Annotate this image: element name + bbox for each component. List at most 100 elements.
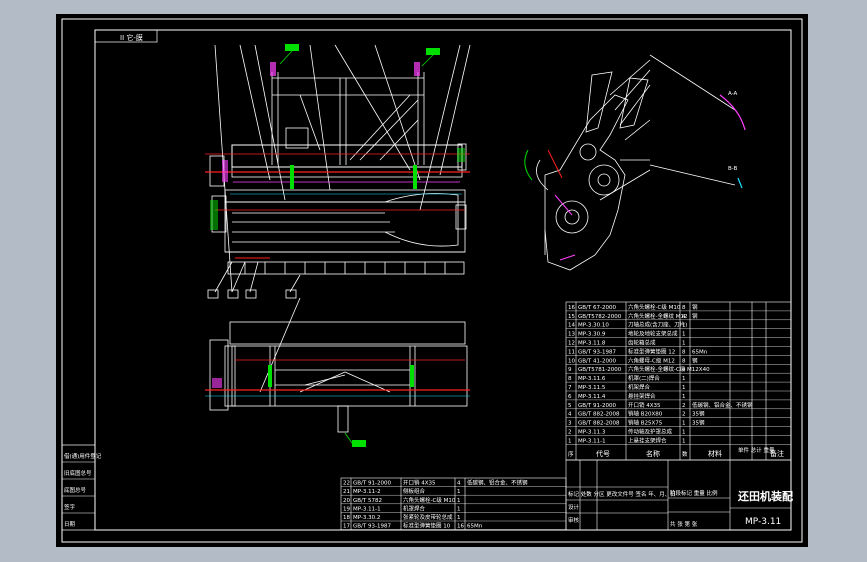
- table-cell: MP-3.11-2: [353, 489, 381, 495]
- left-strip-2: 底图总号: [64, 486, 87, 494]
- table-cell: 1: [682, 394, 686, 400]
- table-cell: 1: [682, 438, 686, 444]
- table-cell: 钢: [692, 356, 698, 364]
- table-cell: 六角头螺栓-C级 M10: [628, 303, 681, 311]
- table-cell: 16: [568, 305, 575, 311]
- table-cell: 15: [568, 314, 575, 320]
- table-cell: 11: [568, 349, 575, 355]
- table-cell: MP-3.30.10: [578, 323, 609, 329]
- table-cell: 8: [682, 358, 686, 364]
- drawing-number: MP-3.11: [745, 517, 781, 527]
- table-cell: 销轴 B25X75: [628, 419, 663, 427]
- table-cell: 17: [343, 524, 350, 530]
- table-cell: 刀轴总成(含刀座、刀片): [628, 321, 687, 329]
- table-cell: 4: [682, 314, 686, 320]
- table-cell: 1: [568, 438, 572, 444]
- table-cell: 钢: [692, 303, 698, 311]
- table-cell: 10: [568, 358, 575, 364]
- hdr-seq: 序: [568, 450, 574, 458]
- table-cell: 开口销 4X35: [628, 401, 661, 409]
- table-cell: 22: [343, 481, 350, 487]
- left-strip-3: 签字: [64, 503, 76, 511]
- top-view-color: [205, 359, 470, 397]
- table-cell: GB/T 91-2000: [578, 403, 616, 409]
- table-cell: 4: [457, 481, 461, 487]
- title-mark-row: 标记 处数 分区 更改文件号 签名 年、月、日: [568, 490, 676, 498]
- table-cell: 钢: [692, 312, 698, 320]
- table-cell: 2: [568, 430, 572, 436]
- table-cell: MP-3.11-1: [578, 438, 606, 444]
- table-cell: 12: [568, 341, 575, 347]
- title-stage: 阶段标记 重量 比例: [670, 489, 718, 497]
- table-cell: 1: [682, 385, 686, 391]
- hdr-name: 名称: [646, 449, 660, 458]
- table-cell: 2: [682, 412, 686, 418]
- table-cell: 21: [343, 489, 350, 495]
- table-cell: MP-3.11.3: [578, 430, 606, 436]
- side-view-color: [524, 94, 746, 261]
- table-cell: 20: [343, 498, 350, 504]
- title-sheet: 共 张 第 张: [670, 520, 698, 528]
- hdr-code: 代号: [596, 449, 610, 458]
- table-cell: GB/T 41-2000: [578, 358, 616, 364]
- table-cell: MP-3.30.2: [353, 515, 380, 521]
- table-cell: GB/T 882-2008: [578, 412, 620, 418]
- table-cell: 19: [343, 506, 350, 512]
- table-cell: 1: [682, 376, 686, 382]
- table-cell: 8: [682, 305, 686, 311]
- table-cell: MP-3.11.6: [578, 376, 606, 382]
- hdr-material: 材料: [708, 449, 722, 458]
- hdr-qty: 数: [682, 450, 688, 458]
- table-cell: 2: [682, 403, 686, 409]
- view-label: II 它-膜: [120, 33, 143, 42]
- table-cell: 地轮及地轮支架总成: [628, 330, 678, 338]
- table-cell: 13: [568, 332, 575, 338]
- table-cell: MP-3.11.8: [578, 341, 606, 347]
- table-cell: 开口销 4X35: [403, 479, 436, 487]
- table-cell: 六角头螺栓-全螺纹-C级 M12X40: [628, 365, 710, 373]
- outer-border: [61, 18, 803, 543]
- table-cell: 18: [343, 515, 350, 521]
- left-strip-0: 借(通)用件登记: [64, 452, 102, 460]
- table-cell: 六角头螺栓-全螺纹 M12: [628, 312, 687, 320]
- table-cell: MP-3.30.9: [578, 332, 606, 338]
- table-cell: 标准型弹簧垫圈 10: [403, 522, 451, 530]
- top-view: [209, 297, 468, 433]
- hdr-remark: 备注: [770, 449, 784, 458]
- table-cell: 1: [457, 506, 461, 512]
- front-view-color: [205, 62, 470, 259]
- table-cell: 8: [568, 376, 572, 382]
- table-cell: 1: [457, 515, 461, 521]
- table-cell: 六角螺母-C级 M12: [628, 356, 675, 364]
- drawing-title: 还田机装配: [737, 489, 793, 503]
- table-cell: 7: [568, 385, 572, 391]
- table-cell: 张紧轮及皮带轮总成: [403, 513, 453, 521]
- table-cell: 65Mn: [467, 524, 483, 530]
- table-cell: 4: [568, 412, 572, 418]
- table-cell: GB/T5782-2000: [578, 314, 622, 320]
- table-cell: 悬挂架焊合: [628, 392, 656, 400]
- table-cell: 35钢: [692, 419, 705, 427]
- table-cell: 机罩焊合: [403, 504, 426, 512]
- section-a: A-A: [728, 91, 738, 97]
- table-cell: 1: [457, 489, 461, 495]
- table-cell: GB/T 93-1987: [578, 349, 616, 355]
- cad-drawing: II 它-膜 借(通)用件登记 旧底图总号 底图总号 签字 日期 A-A B-B…: [61, 18, 803, 543]
- table-cell: 14: [568, 323, 575, 329]
- table-cell: 1: [682, 323, 686, 329]
- side-view: [536, 54, 736, 271]
- table-cell: GB/T5781-2000: [578, 367, 622, 373]
- table-cell: MP-3.11.5: [578, 385, 606, 391]
- table-cell: 16: [457, 524, 464, 530]
- left-info-strip: 借(通)用件登记 旧底图总号 底图总号 签字 日期: [61, 444, 102, 531]
- table-cell: 1: [682, 430, 686, 436]
- table-cell: 六角头螺栓-C级 M10: [403, 496, 456, 504]
- table-cell: 65Mn: [692, 349, 708, 355]
- table-cell: 1: [457, 498, 461, 504]
- table-cell: GB/T 67-2000: [578, 305, 616, 311]
- table-cell: 9: [568, 367, 572, 373]
- table-cell: 机罩(二)焊合: [628, 374, 660, 382]
- table-cell: 1: [682, 341, 686, 347]
- table-cell: 销轴 B20X80: [628, 410, 663, 418]
- title-design: 设计: [568, 503, 580, 511]
